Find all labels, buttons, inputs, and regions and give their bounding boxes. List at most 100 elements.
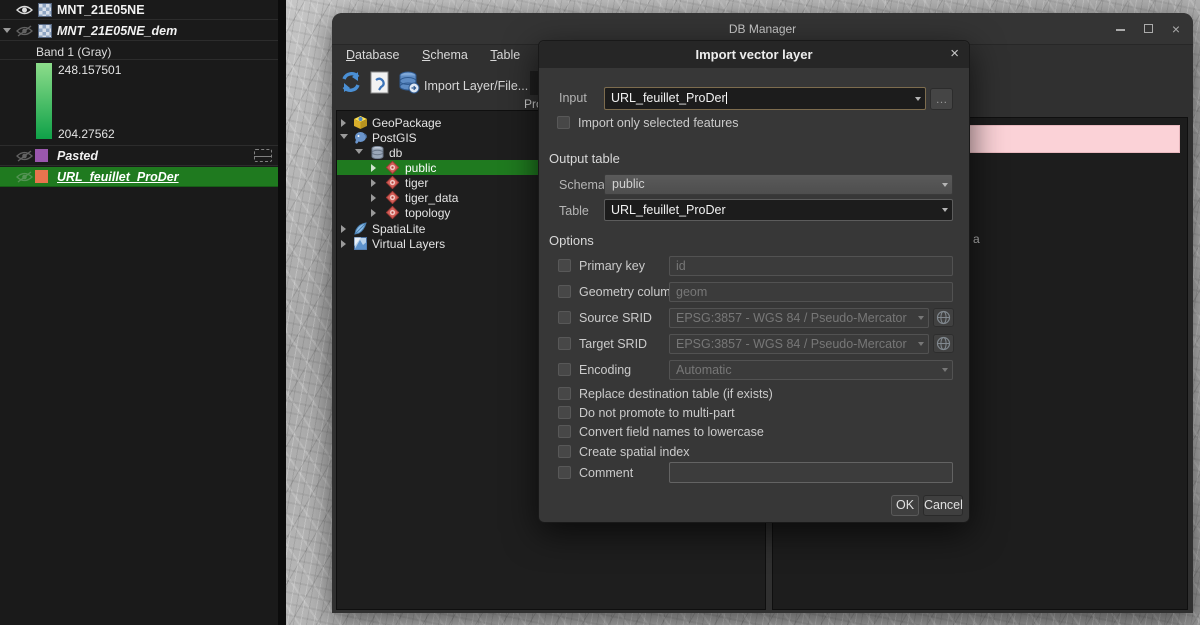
virtual-layers-icon (354, 237, 367, 250)
target-srid-label: Target SRID (579, 337, 647, 351)
visibility-eye-icon[interactable] (16, 4, 33, 16)
import-layer-button[interactable]: Import Layer/File... (424, 79, 528, 93)
geometry-column-label: Geometry column (579, 285, 678, 299)
chevron-down-icon[interactable] (915, 97, 921, 101)
tree-label[interactable]: SpatiaLite (372, 222, 425, 236)
geometry-column-field: geom (669, 282, 953, 302)
schema-combobox[interactable]: public (604, 174, 953, 195)
source-srid-checkbox[interactable] (558, 311, 571, 324)
comment-field[interactable] (669, 462, 953, 483)
tree-label[interactable]: db (389, 146, 402, 160)
lowercase-fields-checkbox[interactable] (558, 425, 571, 438)
layer-name[interactable]: MNT_21E05NE_dem (57, 24, 177, 38)
cancel-button[interactable]: Cancel (923, 495, 963, 516)
import-only-selected-label: Import only selected features (578, 116, 739, 130)
database-icon (371, 146, 384, 159)
replace-destination-checkbox[interactable] (558, 387, 571, 400)
ok-button[interactable]: OK (891, 495, 919, 516)
target-srid-checkbox[interactable] (558, 337, 571, 350)
layer-name[interactable]: MNT_21E05NE (57, 3, 145, 17)
primary-key-checkbox[interactable] (558, 259, 571, 272)
primary-key-field: id (669, 256, 953, 276)
panel-divider[interactable] (278, 0, 286, 625)
gradient-max-value: 248.157501 (58, 63, 121, 77)
spatial-index-checkbox[interactable] (558, 445, 571, 458)
separator (0, 59, 278, 60)
input-label: Input (559, 91, 587, 105)
table-combobox[interactable]: URL_feuillet_ProDer (604, 199, 953, 221)
comment-checkbox[interactable] (558, 466, 571, 479)
tree-label[interactable]: tiger (405, 176, 428, 190)
visibility-eye-off-icon[interactable] (16, 150, 33, 162)
replace-destination-label: Replace destination table (if exists) (579, 387, 773, 401)
collapse-arrow-icon[interactable] (3, 28, 11, 33)
primary-key-label: Primary key (579, 259, 645, 273)
input-combobox[interactable]: URL_feuillet_ProDer (604, 87, 926, 110)
chevron-down-icon[interactable] (942, 183, 948, 187)
geopackage-icon (354, 116, 367, 129)
import-layer-icon[interactable] (398, 71, 420, 94)
lowercase-fields-label: Convert field names to lowercase (579, 425, 764, 439)
schema-label: Schema (559, 178, 605, 192)
text-caret (726, 92, 727, 104)
source-srid-label: Source SRID (579, 311, 652, 325)
tree-label[interactable]: public (405, 161, 436, 175)
encoding-value: Automatic (676, 363, 732, 377)
tree-label[interactable]: GeoPackage (372, 116, 441, 130)
raster-layer-icon (38, 24, 52, 38)
maximize-button[interactable] (1139, 21, 1157, 37)
encoding-label: Encoding (579, 363, 631, 377)
encoding-checkbox[interactable] (558, 363, 571, 376)
dialog-close-icon[interactable]: × (950, 45, 959, 62)
layer-name[interactable]: URL_feuillet_ProDer (57, 170, 179, 184)
browse-button[interactable]: … (930, 88, 953, 110)
import-only-selected-checkbox[interactable] (557, 116, 570, 129)
target-srid-value: EPSG:3857 - WGS 84 / Pseudo-Mercator (676, 337, 907, 351)
source-srid-globe-button (933, 308, 954, 327)
layers-panel: MNT_21E05NE MNT_21E05NE_dem Band 1 (Gray… (0, 0, 278, 625)
chevron-down-icon (942, 368, 948, 372)
source-srid-value: EPSG:3857 - WGS 84 / Pseudo-Mercator (676, 311, 907, 325)
menu-schema[interactable]: Schema (418, 46, 472, 64)
band-label: Band 1 (Gray) (36, 45, 111, 59)
dialog-title: Import vector layer (539, 47, 969, 62)
no-multipart-checkbox[interactable] (558, 406, 571, 419)
menu-database[interactable]: Database (342, 46, 404, 64)
comment-label: Comment (579, 466, 633, 480)
menu-table[interactable]: Table (486, 46, 524, 64)
primary-key-placeholder: id (676, 259, 686, 273)
info-text-fragment: a (973, 232, 980, 246)
import-vector-layer-dialog: Import vector layer × Input URL_feuillet… (538, 40, 970, 523)
geometry-column-placeholder: geom (676, 285, 707, 299)
tree-label[interactable]: topology (405, 206, 450, 220)
target-srid-globe-button (933, 334, 954, 353)
chevron-down-icon (918, 316, 924, 320)
table-value: URL_feuillet_ProDer (611, 203, 726, 217)
tree-label[interactable]: Virtual Layers (372, 237, 445, 251)
close-button[interactable]: × (1167, 21, 1185, 37)
refresh-icon[interactable] (340, 71, 362, 93)
sql-window-icon[interactable] (370, 71, 390, 95)
tree-label[interactable]: PostGIS (372, 131, 417, 145)
layer-name[interactable]: Pasted (57, 149, 98, 163)
gradient-min-value: 204.27562 (58, 127, 115, 141)
tree-label[interactable]: tiger_data (405, 191, 458, 205)
schema-value: public (612, 177, 645, 191)
layer-row-url-feuillet[interactable]: URL_feuillet_ProDer (0, 167, 278, 187)
spatialite-icon (354, 222, 367, 235)
window-title: DB Manager (332, 22, 1193, 36)
visibility-eye-off-icon[interactable] (16, 171, 33, 183)
layer-row-mnt[interactable]: MNT_21E05NE (0, 0, 278, 20)
geometry-column-checkbox[interactable] (558, 285, 571, 298)
chevron-down-icon[interactable] (942, 208, 948, 212)
layer-row-mnt-dem[interactable]: MNT_21E05NE_dem (0, 21, 278, 41)
dialog-titlebar[interactable]: Import vector layer × (539, 41, 969, 68)
layer-row-pasted[interactable]: Pasted (0, 146, 278, 166)
layer-color-swatch (35, 170, 48, 183)
target-srid-combobox: EPSG:3857 - WGS 84 / Pseudo-Mercator (669, 334, 929, 354)
memory-layer-indicator-icon[interactable] (254, 149, 272, 162)
schema-icon (386, 161, 399, 174)
minimize-button[interactable] (1111, 21, 1129, 37)
chevron-down-icon (918, 342, 924, 346)
visibility-eye-off-icon[interactable] (16, 25, 33, 37)
